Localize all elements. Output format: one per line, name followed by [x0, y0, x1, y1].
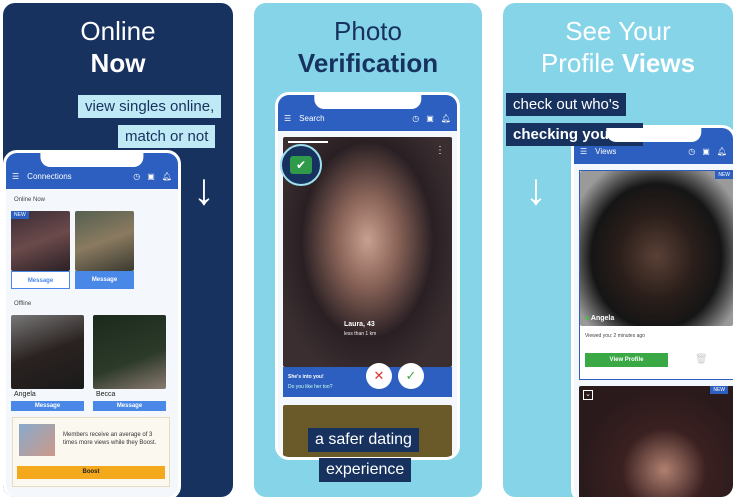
photo-progress-bar [288, 141, 328, 143]
profile-name: Becca [96, 391, 116, 398]
caption-tag: view singles online, [78, 95, 222, 118]
boost-icon[interactable]: ◷ [688, 147, 695, 156]
panel-title-line1: Photo [334, 16, 402, 46]
panel-title-line1: Online [80, 16, 156, 46]
menu-icon[interactable]: ☰ [12, 172, 19, 181]
boost-button[interactable]: Boost [17, 466, 165, 479]
inbox-icon[interactable]: ▣ [702, 147, 710, 156]
phone-connections: ☰ Connections ◷ ▣ 🔔︎ Online Now NEW Mess… [3, 150, 181, 497]
phone-notch [605, 128, 702, 142]
panel-title-line1: See Your [565, 16, 671, 46]
profile-photo[interactable] [579, 386, 733, 497]
caption-tag: experience [319, 458, 412, 482]
menu-icon[interactable]: ☰ [580, 147, 587, 156]
bell-icon[interactable]: 🔔︎ [441, 114, 451, 123]
phone-views: ☰ Views ◷ ▣ 🔔︎ NEW ● Angela Viewed you: … [571, 125, 733, 497]
panel-title-line2: Verification [297, 48, 439, 78]
profile-name: Angela [14, 391, 36, 398]
profile-photo[interactable] [11, 315, 84, 389]
trash-icon[interactable]: 🗑︎ [695, 354, 708, 365]
message-button[interactable]: Message [11, 271, 70, 289]
message-button[interactable]: Message [75, 271, 134, 289]
arrow-down-icon: ↓ [193, 165, 215, 214]
app-header-title: Connections [27, 172, 72, 181]
verified-camera-icon: ✔ [280, 144, 322, 186]
like-button[interactable]: ✓ [398, 363, 424, 389]
boost-icon[interactable]: ◷ [412, 114, 419, 123]
section-offline: Offline [14, 301, 32, 307]
phone-notch [313, 95, 422, 109]
menu-icon[interactable]: ☰ [284, 114, 291, 123]
prompt-question: Do you like her too? [288, 384, 333, 390]
prompt-title: She's into you! [288, 374, 324, 380]
inbox-icon[interactable]: ▣ [426, 114, 434, 123]
panel-title-line2a: Profile [540, 48, 622, 78]
more-options-icon[interactable]: ⋮ [435, 145, 445, 156]
caption-tag: a safer dating [308, 428, 419, 452]
boost-icon[interactable]: ◷ [133, 172, 140, 181]
panel-title-line2: Now [90, 48, 146, 78]
profile-distance: less than 1 km [344, 331, 377, 337]
profile-photo[interactable] [75, 211, 134, 271]
message-button[interactable]: Message [11, 401, 84, 411]
profile-photo[interactable] [11, 211, 70, 271]
profile-photo[interactable] [580, 171, 733, 326]
view-profile-button[interactable]: View Profile [585, 353, 668, 367]
caption-tag: match or not [118, 125, 216, 148]
app-header-title: Views [595, 147, 617, 156]
phone-notch [40, 153, 144, 167]
profile-name: Laura, 43 [344, 321, 375, 328]
panel-title-line2b: Views [621, 48, 696, 78]
dislike-button[interactable]: ✕ [366, 363, 392, 389]
arrow-down-icon: ↓ [525, 165, 547, 214]
panel-photo-verification: Photo Verification ☰ Search ◷ ▣ 🔔︎ ⋮ ✔ L… [254, 3, 482, 497]
boost-text: Members receive an average of 3 times mo… [63, 432, 157, 446]
caption-tag: check out who's [506, 93, 627, 116]
chevron-down-icon[interactable]: ⌄ [583, 390, 593, 400]
panel-profile-views: See Your Profile Views ↓ ☰ Views ◷ ▣ 🔔︎ … [503, 3, 733, 497]
boost-card: Members receive an average of 3 times mo… [12, 417, 170, 487]
bell-icon[interactable]: 🔔︎ [162, 172, 172, 181]
viewed-time: Viewed you: 2 minutes ago [585, 333, 645, 339]
profile-name: ● Angela [585, 315, 615, 322]
panel-online-now: Online Now view singles online, match or… [3, 3, 233, 497]
inbox-icon[interactable]: ▣ [147, 172, 155, 181]
bell-icon[interactable]: 🔔︎ [717, 147, 727, 156]
viewer-card: NEW ● Angela Viewed you: 2 minutes ago V… [579, 170, 733, 380]
new-badge: NEW [11, 211, 29, 219]
section-online-now: Online Now [14, 197, 46, 203]
new-badge: NEW [715, 171, 733, 179]
app-header-title: Search [299, 114, 325, 123]
profile-photo[interactable] [93, 315, 166, 389]
phone-search: ☰ Search ◷ ▣ 🔔︎ ⋮ ✔ Laura, 43 less than … [275, 92, 460, 460]
new-badge: NEW [710, 386, 728, 394]
boost-illustration [19, 424, 55, 456]
message-button[interactable]: Message [93, 401, 166, 411]
